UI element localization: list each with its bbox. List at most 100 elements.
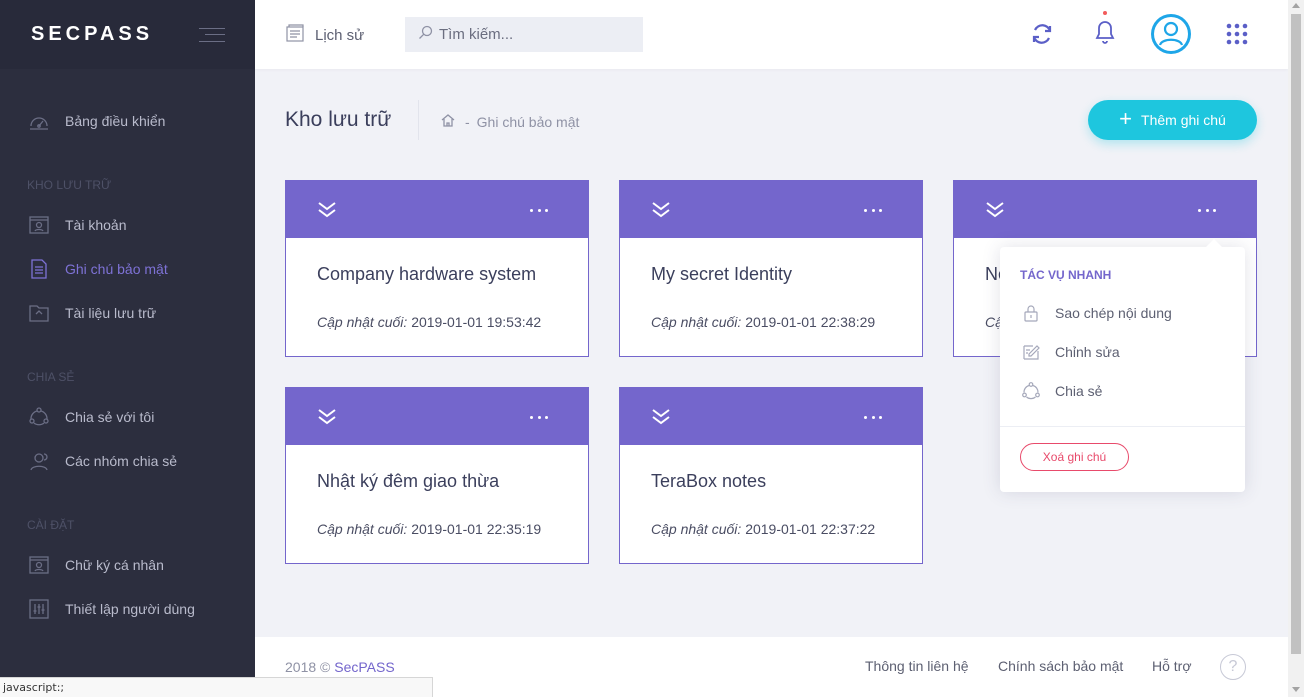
edit-item[interactable]: Chỉnh sửa bbox=[1020, 341, 1120, 363]
sidebar-item-label: Chia sẻ với tôi bbox=[65, 409, 155, 425]
share-item[interactable]: Chia sẻ bbox=[1020, 380, 1102, 402]
sidebar-item-label: Tài khoản bbox=[65, 217, 127, 233]
contact-link[interactable]: Thông tin liên hệ bbox=[865, 658, 969, 674]
card-header bbox=[286, 181, 588, 238]
note-card[interactable]: TeraBox notes Cập nhật cuối: 2019-01-01 … bbox=[619, 387, 923, 564]
privacy-policy-link[interactable]: Chính sách bảo mật bbox=[998, 658, 1123, 674]
signature-icon bbox=[27, 553, 51, 577]
edit-icon bbox=[1020, 341, 1042, 363]
plus-icon: + bbox=[1119, 106, 1133, 131]
brand-logo[interactable]: SECPASS bbox=[31, 23, 153, 46]
section-heading-settings: Cài đặt bbox=[27, 518, 75, 532]
note-icon bbox=[27, 257, 51, 281]
sidebar: SECPASS Bảng điều khiển Kho lưu trữ Tài … bbox=[0, 0, 255, 697]
more-options-icon[interactable] bbox=[1198, 203, 1216, 217]
scroll-thumb[interactable] bbox=[1291, 14, 1301, 654]
sidebar-item-label: Bảng điều khiển bbox=[65, 113, 166, 129]
note-card[interactable]: Company hardware system Cập nhật cuối: 2… bbox=[285, 180, 589, 357]
notification-button[interactable] bbox=[1089, 11, 1121, 50]
top-header: Lịch sử bbox=[255, 0, 1288, 69]
card-updated: Cập nhật cuối: 2019-01-01 22:37:22 bbox=[651, 521, 876, 537]
dropdown-item-label: Chỉnh sửa bbox=[1055, 344, 1120, 360]
subheader-divider bbox=[418, 100, 419, 140]
add-note-label: Thêm ghi chú bbox=[1141, 112, 1226, 128]
avatar[interactable] bbox=[1150, 13, 1192, 55]
section-heading-share: Chia sẻ bbox=[27, 370, 75, 384]
history-icon bbox=[284, 22, 306, 49]
group-icon bbox=[27, 449, 51, 473]
card-title[interactable]: TeraBox notes bbox=[651, 471, 766, 492]
expand-chevron-icon[interactable] bbox=[650, 200, 672, 220]
note-card[interactable]: My secret Identity Cập nhật cuối: 2019-0… bbox=[619, 180, 923, 357]
expand-chevron-icon[interactable] bbox=[316, 407, 338, 427]
sidebar-item-signature[interactable]: Chữ ký cá nhân bbox=[27, 552, 164, 578]
home-icon[interactable] bbox=[440, 112, 456, 131]
card-updated: Cập nhật cuối: 2019-01-01 19:53:42 bbox=[317, 314, 542, 330]
more-options-icon[interactable] bbox=[530, 203, 548, 217]
browser-status-bar: javascript:; bbox=[0, 677, 433, 697]
card-header bbox=[954, 181, 1256, 238]
sync-icon[interactable] bbox=[1026, 18, 1058, 50]
sidebar-item-documents[interactable]: Tài liệu lưu trữ bbox=[27, 300, 156, 326]
history-link[interactable]: Lịch sử bbox=[284, 22, 364, 49]
apps-grid-icon[interactable] bbox=[1221, 18, 1253, 50]
more-options-icon[interactable] bbox=[864, 203, 882, 217]
expand-chevron-icon[interactable] bbox=[316, 200, 338, 220]
quick-actions-dropdown: TÁC VỤ NHANH Sao chép nội dung Chỉnh sửa… bbox=[1000, 239, 1245, 492]
sidebar-item-shared-with-me[interactable]: Chia sẻ với tôi bbox=[27, 404, 154, 430]
card-updated: Cập nhật cuối: 2019-01-01 22:38:29 bbox=[651, 314, 876, 330]
help-icon[interactable]: ? bbox=[1220, 654, 1246, 680]
copyright: 2018 © SecPASS bbox=[285, 659, 395, 675]
more-options-icon[interactable] bbox=[530, 410, 548, 424]
card-header bbox=[286, 388, 588, 445]
card-header bbox=[620, 181, 922, 238]
bell-icon bbox=[1093, 19, 1117, 50]
more-options-icon[interactable] bbox=[864, 410, 882, 424]
delete-note-button[interactable]: Xoá ghi chú bbox=[1020, 443, 1129, 471]
breadcrumb-current[interactable]: Ghi chú bảo mật bbox=[477, 114, 580, 130]
sidebar-item-secure-notes[interactable]: Ghi chú bảo mật bbox=[27, 256, 168, 282]
card-title[interactable]: My secret Identity bbox=[651, 264, 792, 285]
copy-content-item[interactable]: Sao chép nội dung bbox=[1020, 302, 1172, 324]
dashboard-icon bbox=[27, 109, 51, 133]
search-box bbox=[405, 17, 643, 52]
page-scrollbar[interactable] bbox=[1288, 0, 1304, 697]
dropdown-item-label: Sao chép nội dung bbox=[1055, 305, 1172, 321]
sidebar-item-label: Thiết lập người dùng bbox=[65, 601, 195, 617]
scroll-up-arrow-icon[interactable] bbox=[1292, 3, 1300, 8]
note-card[interactable]: Nhật ký đêm giao thừa Cập nhật cuối: 201… bbox=[285, 387, 589, 564]
card-title[interactable]: Nhật ký đêm giao thừa bbox=[317, 471, 499, 492]
page-title: Kho lưu trữ bbox=[285, 108, 392, 131]
add-note-button[interactable]: + Thêm ghi chú bbox=[1088, 100, 1257, 140]
sidebar-item-share-groups[interactable]: Các nhóm chia sẻ bbox=[27, 448, 177, 474]
dropdown-heading: TÁC VỤ NHANH bbox=[1020, 268, 1112, 282]
sidebar-item-user-settings[interactable]: Thiết lập người dùng bbox=[27, 596, 195, 622]
brand-link[interactable]: SecPASS bbox=[334, 659, 394, 675]
card-header bbox=[620, 388, 922, 445]
sidebar-item-dashboard[interactable]: Bảng điều khiển bbox=[27, 108, 165, 134]
breadcrumb-separator: - bbox=[465, 113, 470, 130]
scroll-down-arrow-icon[interactable] bbox=[1292, 687, 1300, 692]
sidebar-item-label: Ghi chú bảo mật bbox=[65, 261, 168, 277]
dropdown-item-label: Chia sẻ bbox=[1055, 383, 1103, 399]
card-updated: Cập nhật cuối: 2019-01-01 22:35:19 bbox=[317, 521, 542, 537]
share-icon bbox=[1020, 380, 1042, 402]
card-title[interactable]: Company hardware system bbox=[317, 264, 536, 285]
history-label: Lịch sử bbox=[315, 27, 365, 44]
share-icon bbox=[27, 405, 51, 429]
lock-icon bbox=[1020, 302, 1042, 324]
folder-icon bbox=[27, 301, 51, 325]
expand-chevron-icon[interactable] bbox=[984, 200, 1006, 220]
sidebar-item-label: Tài liệu lưu trữ bbox=[65, 305, 157, 321]
sidebar-item-account[interactable]: Tài khoản bbox=[27, 212, 126, 238]
section-heading-storage: Kho lưu trữ bbox=[27, 178, 112, 192]
menu-toggle-icon[interactable] bbox=[199, 27, 225, 42]
dropdown-divider bbox=[1000, 426, 1245, 427]
notification-dot bbox=[1103, 11, 1107, 15]
breadcrumb: - Ghi chú bảo mật bbox=[440, 112, 579, 131]
sidebar-item-label: Các nhóm chia sẻ bbox=[65, 453, 178, 469]
search-input[interactable] bbox=[439, 26, 639, 43]
expand-chevron-icon[interactable] bbox=[650, 407, 672, 427]
search-icon bbox=[418, 25, 433, 45]
support-link[interactable]: Hỗ trợ bbox=[1152, 658, 1192, 674]
